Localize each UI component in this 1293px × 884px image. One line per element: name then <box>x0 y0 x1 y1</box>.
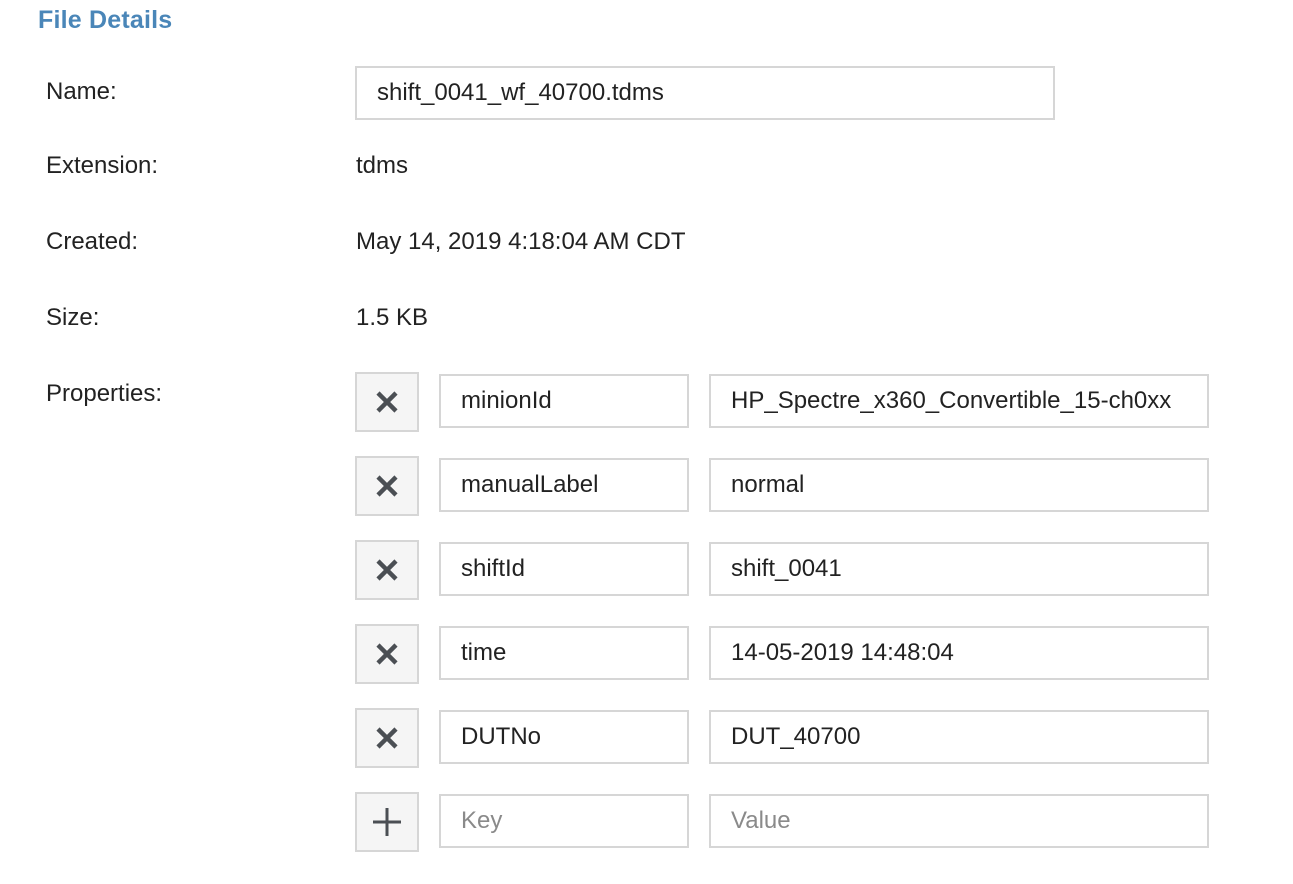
created-label: Created: <box>46 228 139 255</box>
remove-property-button[interactable] <box>355 708 419 768</box>
property-value-input[interactable] <box>709 710 1209 764</box>
property-value-input[interactable] <box>709 626 1209 680</box>
close-icon <box>376 475 398 497</box>
property-key-input[interactable] <box>439 626 689 680</box>
remove-property-button[interactable] <box>355 456 419 516</box>
close-icon <box>376 559 398 581</box>
properties-label: Properties: <box>46 380 163 407</box>
remove-property-button[interactable] <box>355 540 419 600</box>
close-icon <box>376 391 398 413</box>
property-value-input[interactable] <box>709 542 1209 596</box>
property-value-input[interactable] <box>709 458 1209 512</box>
property-value-input[interactable] <box>709 374 1209 428</box>
name-label: Name: <box>46 78 117 105</box>
property-key-input[interactable] <box>439 542 689 596</box>
close-icon <box>376 643 398 665</box>
new-property-value-input[interactable] <box>709 794 1209 848</box>
file-details-panel: File Details Name: Extension: tdms Creat… <box>0 0 1293 884</box>
remove-property-button[interactable] <box>355 372 419 432</box>
size-label: Size: <box>46 304 100 331</box>
page-title: File Details <box>38 6 173 34</box>
new-property-key-input[interactable] <box>439 794 689 848</box>
property-key-input[interactable] <box>439 458 689 512</box>
close-icon <box>376 727 398 749</box>
plus-icon <box>373 808 401 836</box>
remove-property-button[interactable] <box>355 624 419 684</box>
extension-value: tdms <box>356 152 409 179</box>
size-value: 1.5 KB <box>356 304 429 331</box>
property-key-input[interactable] <box>439 374 689 428</box>
extension-label: Extension: <box>46 152 159 179</box>
property-key-input[interactable] <box>439 710 689 764</box>
add-property-button[interactable] <box>355 792 419 852</box>
created-value: May 14, 2019 4:18:04 AM CDT <box>356 228 686 255</box>
name-input[interactable] <box>355 66 1055 120</box>
